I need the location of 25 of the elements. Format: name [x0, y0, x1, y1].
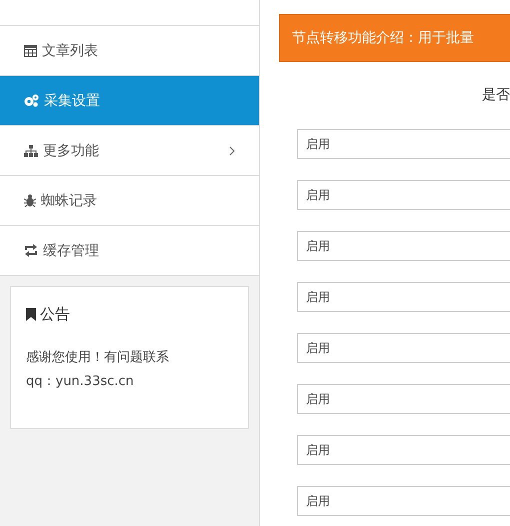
notice-text: qq：yun.33sc.cn — [26, 373, 135, 391]
select-field[interactable]: 启用 — [297, 435, 510, 465]
notice-text: 感谢您使用！有问题联系 — [26, 349, 170, 367]
sidebar-item[interactable]: 文章列表 — [0, 26, 259, 76]
notice-title: 公告 — [40, 305, 70, 324]
sidebar-item[interactable]: 蜘蛛记录 — [0, 176, 259, 226]
sidebar-item[interactable]: 更多功能 — [0, 126, 259, 176]
select-field[interactable]: 启用 — [297, 180, 510, 210]
sidebar-item[interactable]: 缓存管理 — [0, 226, 259, 276]
select-field[interactable]: 启用 — [297, 486, 510, 516]
sidebar-item[interactable] — [0, 0, 259, 26]
question-label: 是否 — [481, 86, 510, 104]
select-field[interactable]: 启用 — [297, 282, 510, 312]
refresh-icon — [24, 244, 38, 257]
info-banner: 节点转移功能介绍：用于批量 — [279, 14, 510, 62]
sidebar-item[interactable]: 采集设置 — [0, 76, 259, 126]
select-field[interactable]: 启用 — [297, 231, 510, 261]
select-field[interactable]: 启用 — [297, 384, 510, 414]
gears-icon — [24, 94, 39, 107]
table-icon — [24, 44, 37, 56]
select-field[interactable]: 启用 — [297, 129, 510, 159]
bug-icon — [24, 194, 36, 207]
bookmark-icon — [26, 308, 36, 321]
select-field[interactable]: 启用 — [297, 333, 510, 363]
sitemap-icon — [24, 144, 38, 156]
